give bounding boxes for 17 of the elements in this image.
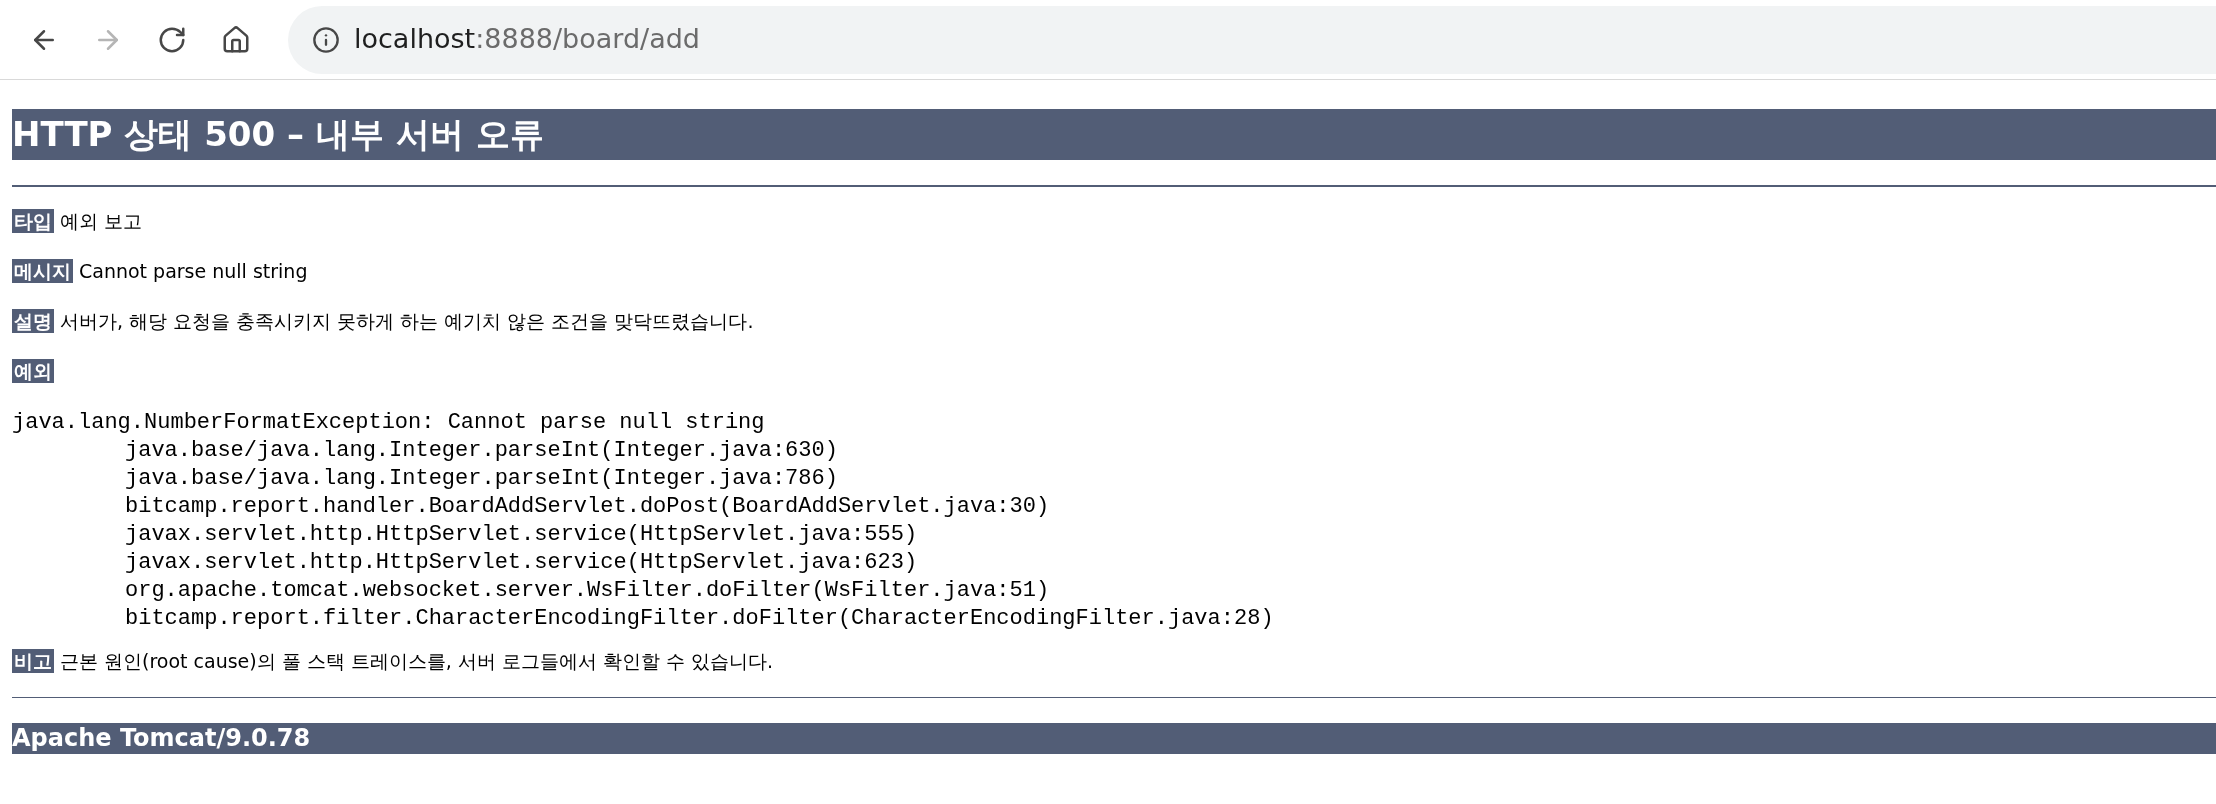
- address-bar[interactable]: localhost:8888/board/add: [288, 5, 2216, 74]
- field-label: 메시지: [12, 259, 73, 283]
- field-text: 서버가, 해당 요청을 충족시키지 못하게 하는 예기치 않은 조건을 맞닥뜨렸습니다.: [60, 309, 754, 333]
- url-host: localhost: [354, 23, 476, 55]
- footer-version: Apache Tomcat/9.0.78: [12, 723, 2216, 754]
- home-icon: [221, 24, 251, 55]
- field-label: 타입: [12, 209, 54, 233]
- stack-trace: java.lang.NumberFormatException: Cannot parse null string java.base/java.lang.Integer.parseInt(Integer.java:630) java.base/java.lang.Integer.parseInt(Integer.java:786) bitcamp.report.handler.BoardAddServlet.doPost(BoardAddServlet.java:30) javax.servlet.http.HttpServlet.service(HttpServlet.java:555) javax.servlet.http.HttpServlet.service(HttpServlet.java:623) org.apache.tomcat.websocket.server.WsFilter.doFilter(WsFilter.java:51) bitcamp.report.filter.CharacterEncodingFilter.doFilter(CharacterEncodingFilter.java:28): [12, 409, 1275, 633]
- note-text: 근본 원인(root cause)의 풀 스택 트레이스를, 서버 로그들에서 확인할 수 있습니다.: [60, 649, 774, 673]
- field-text: 예외 보고: [60, 209, 143, 233]
- url-path: :8888/board/add: [475, 23, 700, 55]
- field-text: Cannot parse null string: [79, 259, 308, 283]
- page-title: HTTP 상태 500 – 내부 서버 오류: [12, 109, 2216, 160]
- field-label: 비고: [12, 649, 54, 673]
- info-icon: [312, 25, 340, 54]
- field-label: 설명: [12, 309, 54, 333]
- field-label: 예외: [12, 359, 54, 383]
